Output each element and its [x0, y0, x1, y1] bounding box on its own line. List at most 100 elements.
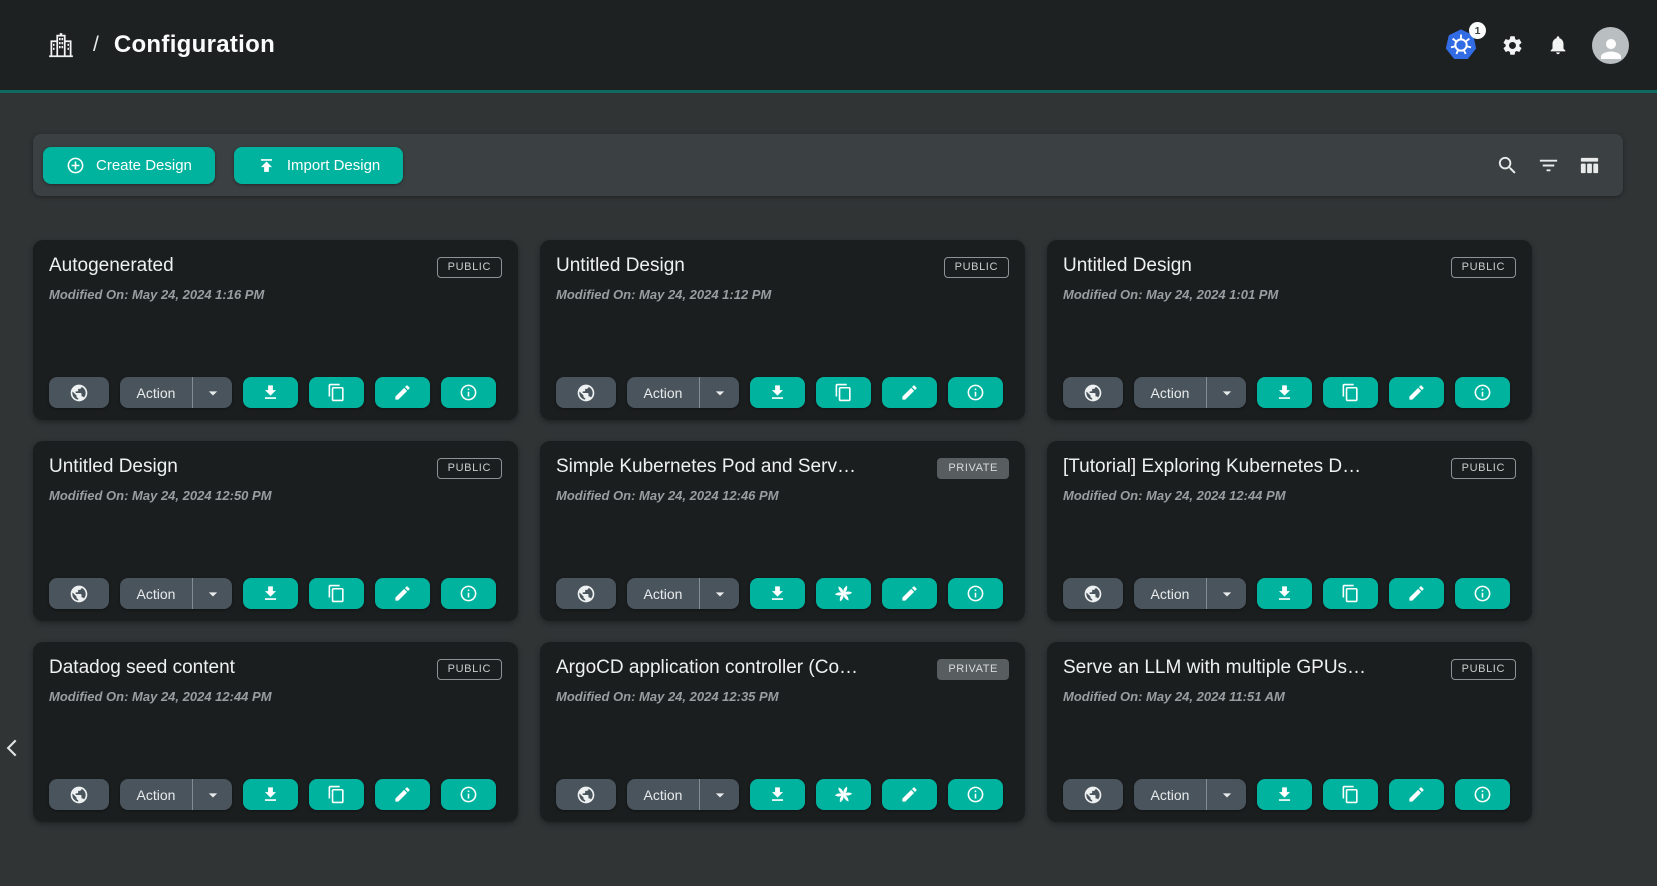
kubernetes-context-button[interactable]: 1 — [1444, 28, 1478, 62]
user-avatar[interactable] — [1592, 27, 1629, 64]
info-button[interactable] — [1455, 578, 1510, 609]
info-button[interactable] — [948, 779, 1003, 810]
edit-button[interactable] — [882, 377, 937, 408]
breadcrumb-separator: / — [93, 33, 99, 57]
info-button[interactable] — [1455, 779, 1510, 810]
visibility-globe-button[interactable] — [556, 377, 616, 408]
copy-button[interactable] — [309, 578, 364, 609]
download-icon — [261, 584, 280, 603]
visibility-globe-button[interactable] — [49, 578, 109, 609]
import-design-button[interactable]: Import Design — [234, 147, 403, 184]
download-button[interactable] — [1257, 578, 1312, 609]
action-button-label[interactable]: Action — [1134, 787, 1206, 803]
visibility-globe-button[interactable] — [49, 377, 109, 408]
action-dropdown-toggle[interactable] — [1207, 785, 1246, 805]
pencil-icon — [900, 785, 919, 804]
action-dropdown-toggle[interactable] — [193, 785, 232, 805]
download-icon — [261, 785, 280, 804]
info-button[interactable] — [441, 578, 496, 609]
import-design-label: Import Design — [287, 157, 380, 174]
search-icon — [1496, 154, 1519, 177]
design-swirl-button[interactable] — [816, 779, 871, 810]
edit-button[interactable] — [882, 779, 937, 810]
download-button[interactable] — [750, 578, 805, 609]
action-split-button[interactable]: Action — [1134, 779, 1246, 810]
settings-button[interactable] — [1501, 34, 1524, 57]
action-button-label[interactable]: Action — [627, 787, 699, 803]
table-view-button[interactable] — [1578, 154, 1601, 177]
design-title: [Tutorial] Exploring Kubernetes D… — [1063, 456, 1361, 478]
action-split-button[interactable]: Action — [1134, 377, 1246, 408]
action-button-label[interactable]: Action — [1134, 385, 1206, 401]
action-split-button[interactable]: Action — [120, 779, 232, 810]
visibility-globe-button[interactable] — [556, 779, 616, 810]
visibility-globe-button[interactable] — [556, 578, 616, 609]
visibility-globe-button[interactable] — [1063, 377, 1123, 408]
action-button-label[interactable]: Action — [627, 586, 699, 602]
action-button-label[interactable]: Action — [120, 586, 192, 602]
action-split-button[interactable]: Action — [627, 779, 739, 810]
download-button[interactable] — [243, 779, 298, 810]
edit-button[interactable] — [375, 779, 430, 810]
action-button-label[interactable]: Action — [120, 787, 192, 803]
info-button[interactable] — [441, 779, 496, 810]
info-button[interactable] — [948, 578, 1003, 609]
edit-button[interactable] — [375, 377, 430, 408]
action-dropdown-toggle[interactable] — [1207, 584, 1246, 604]
action-button-label[interactable]: Action — [120, 385, 192, 401]
design-title: Datadog seed content — [49, 657, 235, 679]
design-swirl-button[interactable] — [816, 578, 871, 609]
download-button[interactable] — [1257, 779, 1312, 810]
copy-button[interactable] — [309, 779, 364, 810]
action-dropdown-toggle[interactable] — [193, 383, 232, 403]
design-title: Untitled Design — [556, 255, 685, 277]
download-icon — [768, 584, 787, 603]
visibility-globe-button[interactable] — [1063, 779, 1123, 810]
modified-on-text: Modified On: May 24, 2024 12:35 PM — [556, 689, 1009, 704]
edit-button[interactable] — [882, 578, 937, 609]
copy-button[interactable] — [1323, 578, 1378, 609]
add-circle-icon — [66, 156, 85, 175]
action-dropdown-toggle[interactable] — [700, 785, 739, 805]
search-button[interactable] — [1496, 154, 1519, 177]
info-button[interactable] — [1455, 377, 1510, 408]
globe-icon — [69, 383, 89, 403]
download-button[interactable] — [243, 377, 298, 408]
visibility-badge: PRIVATE — [937, 458, 1009, 479]
download-button[interactable] — [750, 779, 805, 810]
visibility-globe-button[interactable] — [1063, 578, 1123, 609]
copy-button[interactable] — [816, 377, 871, 408]
action-split-button[interactable]: Action — [627, 578, 739, 609]
action-dropdown-toggle[interactable] — [193, 584, 232, 604]
action-split-button[interactable]: Action — [1134, 578, 1246, 609]
download-button[interactable] — [243, 578, 298, 609]
action-button-label[interactable]: Action — [1134, 586, 1206, 602]
download-button[interactable] — [1257, 377, 1312, 408]
copy-button[interactable] — [1323, 377, 1378, 408]
edit-button[interactable] — [375, 578, 430, 609]
edit-button[interactable] — [1389, 779, 1444, 810]
action-dropdown-toggle[interactable] — [1207, 383, 1246, 403]
edit-button[interactable] — [1389, 377, 1444, 408]
building-icon[interactable] — [46, 30, 76, 60]
filter-button[interactable] — [1537, 154, 1560, 177]
action-split-button[interactable]: Action — [120, 578, 232, 609]
info-button[interactable] — [948, 377, 1003, 408]
action-dropdown-toggle[interactable] — [700, 383, 739, 403]
notifications-button[interactable] — [1547, 34, 1569, 56]
visibility-globe-button[interactable] — [49, 779, 109, 810]
download-button[interactable] — [750, 377, 805, 408]
edit-button[interactable] — [1389, 578, 1444, 609]
create-design-button[interactable]: Create Design — [43, 147, 215, 184]
action-dropdown-toggle[interactable] — [700, 584, 739, 604]
copy-button[interactable] — [309, 377, 364, 408]
copy-icon — [1341, 584, 1360, 603]
download-icon — [768, 785, 787, 804]
info-button[interactable] — [441, 377, 496, 408]
copy-button[interactable] — [1323, 779, 1378, 810]
action-split-button[interactable]: Action — [120, 377, 232, 408]
copy-icon — [327, 383, 346, 402]
action-split-button[interactable]: Action — [627, 377, 739, 408]
action-button-label[interactable]: Action — [627, 385, 699, 401]
sidebar-expand-button[interactable] — [0, 732, 26, 764]
